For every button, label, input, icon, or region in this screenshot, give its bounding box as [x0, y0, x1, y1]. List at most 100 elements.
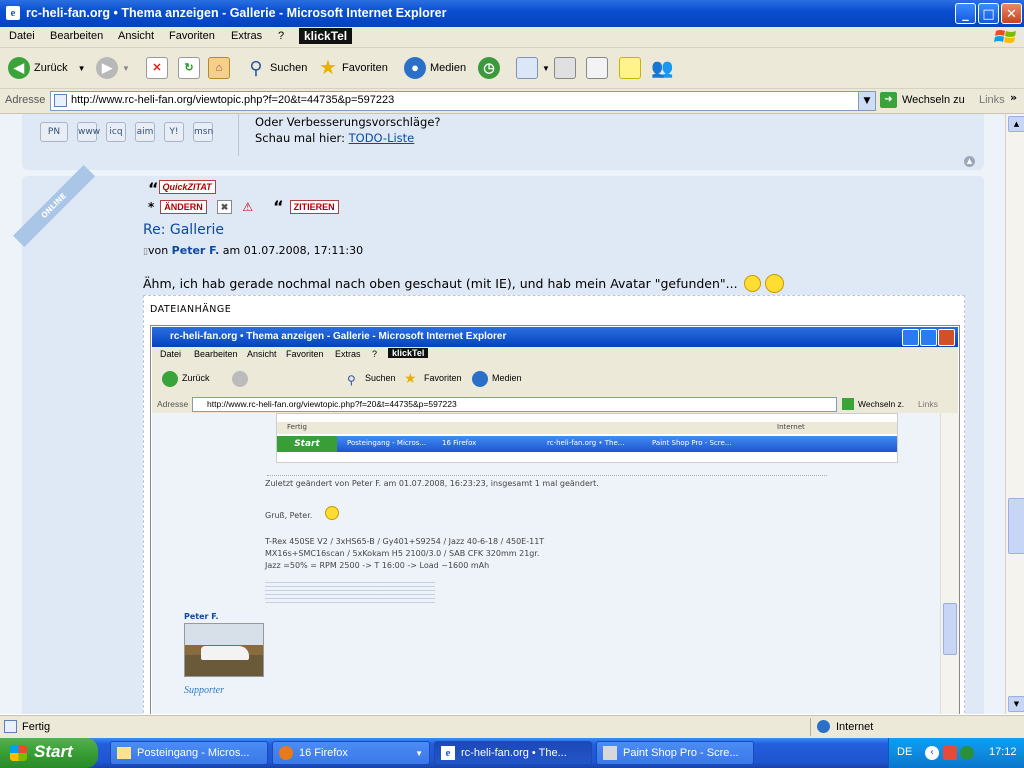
messenger-button[interactable]: 👥: [651, 54, 675, 82]
nested-avatar-car: [201, 646, 249, 660]
back-to-top-icon[interactable]: ▲: [964, 156, 975, 167]
www-icon[interactable]: www: [77, 122, 100, 142]
scroll-down-icon[interactable]: ▼: [1008, 696, 1024, 712]
task-paintshop[interactable]: Paint Shop Pro - Scre...: [596, 741, 754, 765]
menu-item-bearbeiten[interactable]: Bearbeiten: [50, 30, 103, 42]
tray-messenger-icon[interactable]: [960, 746, 974, 760]
links-toolbar[interactable]: Links: [979, 94, 1005, 106]
history-clock-icon: ◷: [478, 57, 500, 79]
nested-close-icon: [938, 329, 955, 346]
quote-button[interactable]: ZITIEREN: [289, 200, 339, 214]
status-divider: [810, 718, 811, 736]
links-chevron-icon[interactable]: »: [1010, 91, 1017, 104]
nested-minimize-icon: [902, 329, 919, 346]
icq-icon[interactable]: icq: [106, 122, 126, 142]
klicktel-logo[interactable]: klickTel: [299, 28, 353, 44]
tray-antivirus-icon[interactable]: [943, 746, 957, 760]
task-ie[interactable]: e rc-heli-fan.org • The...: [434, 741, 592, 765]
maximize-button[interactable]: □: [978, 3, 999, 24]
forward-button[interactable]: ▶ ▼: [96, 54, 130, 82]
msn-icon[interactable]: msn: [193, 122, 213, 142]
tray-chevron-icon[interactable]: ‹: [925, 746, 939, 760]
window-title: rc-heli-fan.org • Thema anzeigen - Galle…: [26, 6, 447, 20]
vertical-scrollbar[interactable]: ▲ ▼: [1005, 114, 1024, 714]
post-body: Ähm, ich hab gerade nochmal nach oben ge…: [143, 274, 784, 293]
nested-scrollbar: [940, 413, 959, 714]
windows-logo-icon: [994, 30, 1016, 43]
start-button[interactable]: Start: [0, 738, 98, 768]
internet-zone-icon: [817, 720, 830, 733]
signature: Oder Verbesserungsvorschläge? Schau mal …: [255, 114, 441, 146]
pm-icon[interactable]: PN: [40, 122, 68, 142]
language-indicator[interactable]: DE: [897, 746, 912, 758]
favorites-button[interactable]: ★ Favoriten: [318, 54, 388, 82]
nested-separator: [267, 475, 827, 476]
minimize-button[interactable]: _: [955, 3, 976, 24]
yahoo-icon[interactable]: Y!: [164, 122, 184, 142]
aim-icon[interactable]: aim: [135, 122, 155, 142]
address-dropdown-icon[interactable]: ▼: [858, 92, 875, 110]
scroll-up-icon[interactable]: ▲: [1008, 116, 1024, 132]
address-url[interactable]: http://www.rc-heli-fan.org/viewtopic.php…: [71, 94, 394, 106]
print-button[interactable]: [554, 54, 580, 82]
delete-icon[interactable]: ✖: [216, 200, 233, 214]
discuss-button[interactable]: [619, 54, 645, 82]
nested-menu-extras: Extras: [335, 349, 361, 359]
menu-item-extras[interactable]: Extras: [231, 30, 262, 42]
media-button[interactable]: ● Medien: [404, 54, 466, 82]
scroll-thumb[interactable]: [1008, 498, 1024, 554]
nested-title-bar: rc-heli-fan.org • Thema anzeigen - Galle…: [152, 327, 958, 347]
edit-page-icon: [586, 57, 608, 79]
windows-flag-icon: [10, 745, 27, 761]
clock[interactable]: 17:12: [989, 746, 1017, 758]
search-label: Suchen: [270, 62, 308, 74]
task-firefox[interactable]: 16 Firefox ▼: [272, 741, 430, 765]
forward-dropdown-icon[interactable]: ▼: [122, 64, 130, 73]
back-label: Zurück: [34, 62, 68, 74]
back-button[interactable]: ◀ Zurück ▼: [8, 54, 86, 82]
divider: [238, 114, 239, 156]
system-tray: DE ‹ 17:12: [888, 738, 1024, 768]
menu-item-ansicht[interactable]: Ansicht: [118, 30, 154, 42]
quick-quote-button[interactable]: “ QuickZITAT: [148, 180, 216, 197]
refresh-button[interactable]: ↻: [178, 54, 204, 82]
menu-item-favoriten[interactable]: Favoriten: [169, 30, 215, 42]
nested-menu-bearbeiten: Bearbeiten: [194, 349, 238, 359]
menu-item-datei[interactable]: Datei: [9, 30, 35, 42]
menu-item-help[interactable]: ?: [278, 30, 284, 42]
report-icon[interactable]: ⚠: [242, 200, 253, 214]
edit-star-icon: *: [148, 200, 155, 214]
page-content: PN www icq aim Y! msn Oder Verbesserungs…: [0, 114, 1005, 714]
nested-favorites-label: Favoriten: [424, 373, 462, 383]
nested-page: Fertig Internet Start Posteingang - Micr…: [152, 413, 940, 714]
mail-dropdown-icon[interactable]: ▼: [542, 64, 550, 73]
mail-button[interactable]: ▼: [516, 54, 550, 82]
nested-sig-3: Jazz =50% = RPM 2500 -> T 16:00 -> Load …: [265, 561, 490, 570]
firefox-icon: [279, 746, 293, 760]
search-button[interactable]: ⚲ Suchen: [246, 54, 307, 82]
window-title-bar[interactable]: e rc-heli-fan.org • Thema anzeigen - Gal…: [0, 0, 1024, 27]
post-title[interactable]: Re: Gallerie: [143, 222, 224, 238]
go-button[interactable]: ➜ Wechseln zu: [880, 92, 965, 108]
home-icon: ⌂: [208, 57, 230, 79]
post-author[interactable]: Peter F.: [172, 244, 220, 257]
nested-address-input: http://www.rc-heli-fan.org/viewtopic.php…: [192, 397, 837, 412]
close-button[interactable]: ✕: [1001, 3, 1022, 24]
address-bar: Adresse http://www.rc-heli-fan.org/viewt…: [0, 89, 1024, 114]
address-input[interactable]: http://www.rc-heli-fan.org/viewtopic.php…: [50, 91, 876, 111]
edit-button[interactable]: ÄNDERN: [160, 200, 207, 214]
nested-links: Links: [918, 399, 938, 409]
nested-sig-2: MX16s+SMC16scan / 5xKokam H5 2100/3.0 / …: [265, 549, 540, 558]
back-dropdown-icon[interactable]: ▼: [78, 64, 86, 73]
todo-list-link[interactable]: TODO-Liste: [349, 131, 415, 145]
home-button[interactable]: ⌂: [208, 54, 234, 82]
favorites-label: Favoriten: [342, 62, 388, 74]
edit-button[interactable]: [586, 54, 612, 82]
nested-forward-icon: [232, 371, 248, 387]
task-outlook[interactable]: Posteingang - Micros...: [110, 741, 268, 765]
history-button[interactable]: ◷: [478, 54, 504, 82]
nested-go-label: Wechseln z.: [858, 399, 905, 409]
media-label: Medien: [430, 62, 467, 74]
attachment-screenshot[interactable]: rc-heli-fan.org • Thema anzeigen - Galle…: [150, 325, 960, 714]
stop-button[interactable]: ✕: [146, 54, 172, 82]
